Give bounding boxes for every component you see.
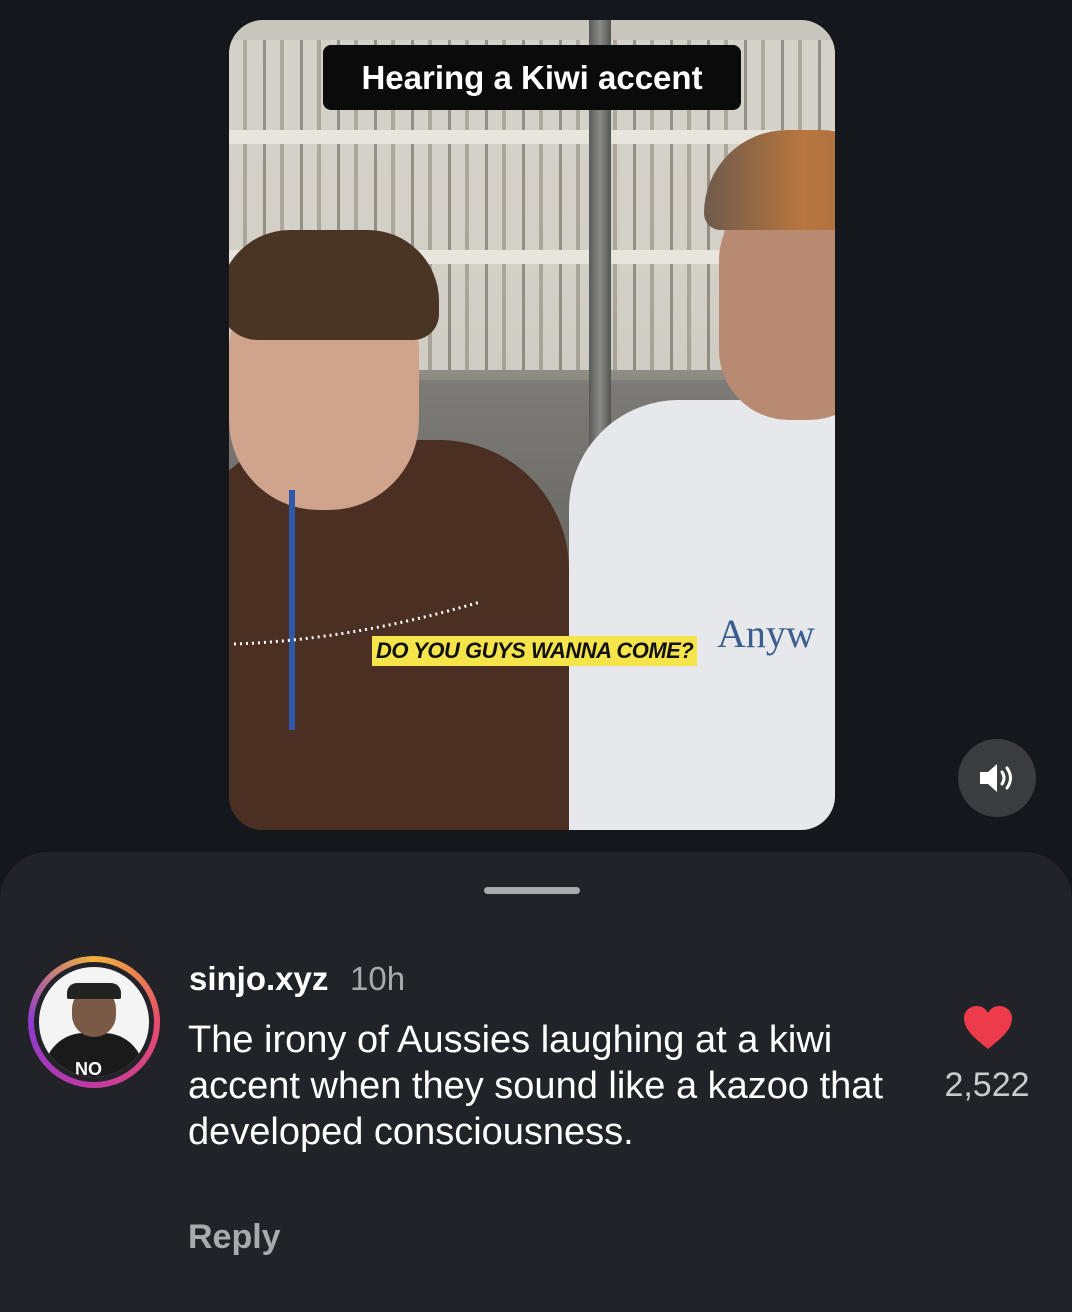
reply-button[interactable]: Reply bbox=[188, 1218, 281, 1257]
heart-icon[interactable] bbox=[963, 1005, 1013, 1051]
comment-text: The irony of Aussies laughing at a kiwi … bbox=[188, 1019, 884, 1153]
video-player[interactable]: Anyw bbox=[229, 20, 835, 830]
person-right bbox=[569, 130, 835, 830]
speaker-icon bbox=[980, 764, 1012, 792]
person-left bbox=[229, 230, 569, 830]
avatar[interactable]: NO bbox=[28, 956, 160, 1088]
sound-toggle-button[interactable] bbox=[958, 739, 1036, 817]
sheet-drag-handle[interactable] bbox=[484, 887, 580, 894]
video-subtitle: DO YOU GUYS WANNA COME? bbox=[372, 636, 698, 666]
comment-username[interactable]: sinjo.xyz bbox=[189, 960, 328, 998]
comments-sheet: NO sinjo.xyz 10h The irony of Aussies la… bbox=[0, 852, 1072, 1312]
comment-time: 10h bbox=[350, 960, 406, 997]
video-caption-top: Hearing a Kiwi accent bbox=[323, 45, 741, 110]
shirt-print: Anyw bbox=[717, 611, 815, 656]
avatar-shirt-text: NO bbox=[75, 1059, 102, 1077]
like-count: 2,522 bbox=[944, 1066, 1030, 1104]
